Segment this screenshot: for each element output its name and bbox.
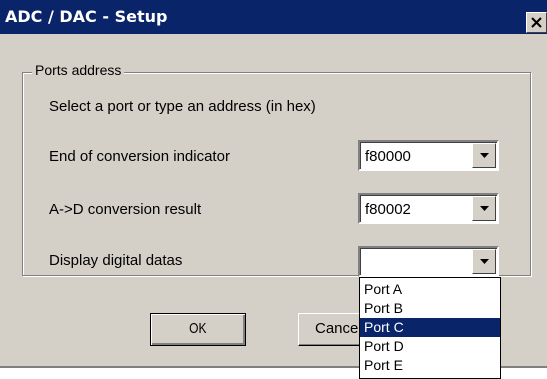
dropdown-option-port-d[interactable]: Port D [360,337,500,356]
end-of-conversion-combo[interactable]: f80000 [358,140,499,171]
instruction-text: Select a port or type an address (in hex… [49,98,316,115]
end-of-conversion-value[interactable]: f80000 [365,148,411,165]
dropdown-option-port-b[interactable]: Port B [360,299,500,318]
dropdown-option-port-a[interactable]: Port A [360,280,500,299]
port-dropdown-list[interactable]: Port A Port B Port C Port D Port E [359,277,501,379]
group-legend: Ports address [32,62,125,78]
display-digital-dropdown-button[interactable] [472,249,496,274]
ad-conversion-combo[interactable]: f80002 [358,193,499,224]
display-digital-label: Display digital datas [49,252,183,269]
chevron-down-icon [480,206,489,211]
chevron-down-icon [480,153,489,158]
title-bar[interactable]: ADC / DAC - Setup [0,0,547,34]
ad-conversion-dropdown-button[interactable] [472,196,496,221]
ad-conversion-value[interactable]: f80002 [365,201,411,218]
close-icon [531,17,542,28]
dropdown-option-port-c[interactable]: Port C [360,318,500,337]
cancel-button-label: Cancel [315,320,362,337]
end-of-conversion-dropdown-button[interactable] [472,143,496,168]
ad-conversion-label: A->D conversion result [49,201,202,218]
ok-button-label: OK [189,320,207,337]
display-digital-combo[interactable] [358,246,499,277]
dropdown-option-port-e[interactable]: Port E [360,356,500,375]
chevron-down-icon [480,259,489,264]
close-button[interactable] [526,12,547,33]
end-of-conversion-label: End of conversion indicator [49,148,230,165]
ok-button[interactable]: OK [150,313,246,346]
window-title: ADC / DAC - Setup [5,7,168,26]
background-strip [0,368,359,379]
